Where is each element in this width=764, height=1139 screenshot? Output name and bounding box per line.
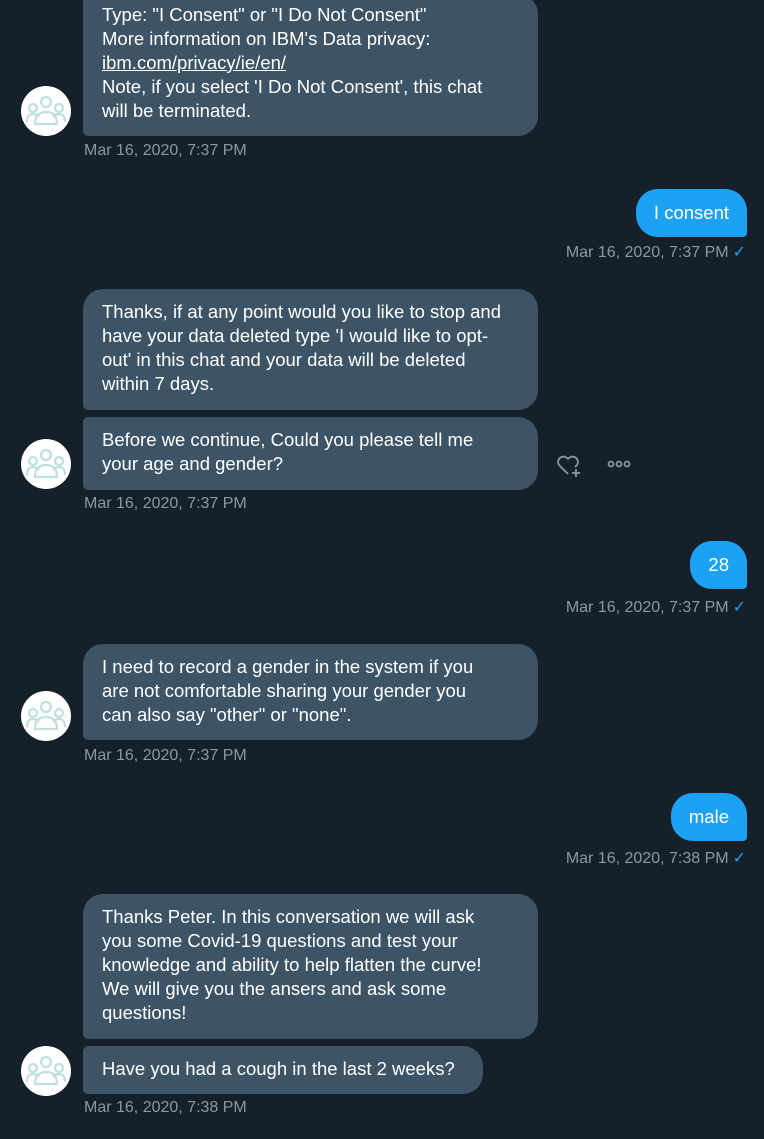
- message-timestamp: Mar 16, 2020, 7:38 PM: [84, 1099, 247, 1116]
- message-timestamp: Mar 16, 2020, 7:37 PM ✓: [566, 597, 746, 617]
- timestamp-text: Mar 16, 2020, 7:38 PM: [565, 850, 729, 867]
- message-bubble-outgoing: I consent: [635, 189, 747, 237]
- message-bubble-outgoing: male: [670, 793, 747, 841]
- message-timestamp: Mar 16, 2020, 7:37 PM: [84, 142, 247, 159]
- message-bubble-outgoing: 28: [690, 541, 747, 589]
- message-bubble-cough-question: Have you had a cough in the last 2 weeks…: [83, 1046, 483, 1094]
- message-line: have your data deleted type 'I would lik…: [102, 325, 489, 346]
- more-icon[interactable]: [607, 460, 631, 468]
- message-line: Type: "I Consent" or "I Do Not Consent": [102, 4, 427, 25]
- timestamp-text: Mar 16, 2020, 7:37 PM: [565, 599, 729, 616]
- message-timestamp: Mar 16, 2020, 7:37 PM: [84, 495, 247, 512]
- heart-plus-icon[interactable]: [557, 455, 580, 477]
- bot-avatar-icon[interactable]: [21, 439, 71, 489]
- message-line: Have you had a cough in the last 2 weeks…: [102, 1058, 455, 1079]
- message-bubble-consent-info: Type: "I Consent" or "I Do Not Consent" …: [83, 0, 538, 136]
- message-line: you some Covid-19 questions and test you…: [102, 930, 458, 951]
- read-check-icon: ✓: [732, 850, 746, 867]
- message-line: your age and gender?: [102, 453, 284, 474]
- read-check-icon: ✓: [732, 244, 746, 261]
- message-bubble-gender-info: I need to record a gender in the system …: [83, 644, 538, 740]
- message-line: knowledge and ability to help flatten th…: [102, 954, 482, 975]
- message-bubble-age-gender: Before we continue, Could you please tel…: [83, 417, 538, 490]
- message-line: I need to record a gender in the system …: [102, 656, 474, 677]
- message-timestamp: Mar 16, 2020, 7:37 PM ✓: [566, 242, 746, 262]
- timestamp-text: Mar 16, 2020, 7:37 PM: [565, 244, 729, 261]
- message-bubble-optout-info: Thanks, if at any point would you like t…: [83, 289, 538, 410]
- message-line: can also say "other" or "none".: [102, 704, 352, 725]
- privacy-link[interactable]: ibm.com/privacy/ie/en/: [102, 51, 520, 75]
- message-line: Thanks Peter. In this conversation we wi…: [102, 906, 475, 927]
- read-check-icon: ✓: [732, 599, 746, 616]
- message-line: within 7 days.: [102, 373, 215, 394]
- message-line: Before we continue, Could you please tel…: [102, 429, 474, 450]
- message-line: out' in this chat and your data will be …: [102, 349, 466, 370]
- message-timestamp: Mar 16, 2020, 7:38 PM ✓: [566, 848, 746, 868]
- message-line: questions!: [102, 1002, 187, 1023]
- bot-avatar-icon[interactable]: [21, 691, 71, 741]
- message-actions: [555, 452, 635, 478]
- bot-avatar-icon[interactable]: [21, 86, 71, 136]
- message-line: More information on IBM's Data privacy:: [102, 28, 431, 49]
- message-line: We will give you the ansers and ask some: [102, 978, 447, 999]
- message-line: are not comfortable sharing your gender …: [102, 680, 467, 701]
- message-timestamp: Mar 16, 2020, 7:37 PM: [84, 747, 247, 764]
- message-line: Note, if you select 'I Do Not Consent', …: [102, 76, 483, 97]
- message-bubble-intro: Thanks Peter. In this conversation we wi…: [83, 894, 538, 1039]
- bot-avatar-icon[interactable]: [21, 1046, 71, 1096]
- message-line: Thanks, if at any point would you like t…: [102, 301, 502, 322]
- message-line: will be terminated.: [102, 100, 252, 121]
